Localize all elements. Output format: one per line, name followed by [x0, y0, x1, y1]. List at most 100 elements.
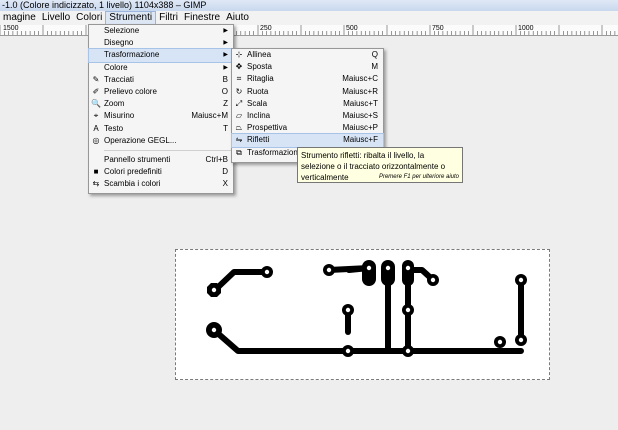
ruler-label: 250 [260, 25, 272, 32]
menu-item-scambia-i-colori[interactable]: ⇆ Scambia i colori X [89, 178, 233, 190]
tooltip-help-hint: Premere F1 per ulteriore aiuto [378, 174, 459, 180]
menu-item-prelievo-colore[interactable]: ✐ Prelievo colore O [89, 86, 233, 98]
menu-item-colore[interactable]: Colore ▶ [89, 62, 233, 74]
tooltip: Strumento rifletti: ribalta il livello, … [297, 147, 463, 183]
submenu-arrow-icon: ▶ [223, 40, 228, 47]
menu-item-shortcut: Maiusc+P [342, 123, 378, 133]
menu-item-tracciati[interactable]: ✎ Tracciati B [89, 74, 233, 86]
menu-item-disegno[interactable]: Disegno ▶ [89, 37, 233, 49]
menu-item-shortcut: M [371, 62, 378, 72]
menu-item-shortcut: B [222, 74, 228, 84]
menu-item-label: Pannello strumenti [104, 154, 171, 164]
ruler-label: 1500 [3, 25, 19, 32]
menu-item-testo[interactable]: A Testo T [89, 123, 233, 135]
menu-item-zoom[interactable]: 🔍 Zoom Z [89, 98, 233, 110]
menu-item-label: Ruota [247, 86, 269, 96]
menu-item-label: Tracciati [104, 74, 134, 84]
rotate-icon: ↻ [235, 86, 243, 96]
perspective-icon: ⏢ [235, 123, 243, 133]
swap-colors-icon: ⇆ [92, 179, 100, 189]
window-title: -1.0 (Colore indicizzato, 1 livello) 110… [2, 0, 207, 10]
default-colors-icon: ■ [93, 167, 99, 177]
zoom-icon: 🔍 [91, 99, 101, 109]
menu-item-shortcut: Maiusc+S [342, 110, 378, 120]
move-icon: ✥ [235, 62, 243, 72]
menu-item-label: Operazione GEGL... [104, 135, 177, 145]
menu-item-label: Sposta [247, 62, 272, 72]
menu-item-label: Prelievo colore [104, 86, 157, 96]
unified-transform-icon: ⧉ [236, 147, 242, 157]
menu-item-shortcut: Ctrl+B [205, 154, 228, 164]
submenu-arrow-icon: ▶ [223, 64, 228, 71]
menu-item-shortcut: D [222, 167, 228, 177]
submenu-arrow-icon: ▶ [223, 52, 228, 59]
menubar-item-magine[interactable]: magine [0, 11, 39, 25]
menu-item-trasformazione[interactable]: Trasformazione ▶ [88, 48, 234, 63]
menu-item-allinea[interactable]: ⊹ Allinea Q [232, 49, 383, 61]
align-icon: ⊹ [235, 50, 243, 59]
trasformazione-submenu: ⊹ Allinea Q ✥ Sposta M ⌗ Ritaglia Maiusc+C ↻ Ruota… [231, 48, 384, 163]
shear-icon: ▱ [235, 110, 243, 120]
menubar-item-colori[interactable]: Colori [73, 11, 105, 25]
menu-item-label: Prospettiva [247, 123, 288, 133]
menu-item-label: Rifletti [247, 135, 270, 145]
menu-item-rifletti[interactable]: ⇋ Rifletti Maiusc+F [231, 133, 384, 148]
ruler-label: 1000 [518, 25, 534, 32]
pcb-traces-image [206, 260, 527, 357]
menu-item-scala[interactable]: ⤢ Scala Maiusc+T [232, 98, 383, 110]
menubar-item-filtri[interactable]: Filtri [156, 11, 181, 25]
menu-item-ruota[interactable]: ↻ Ruota Maiusc+R [232, 86, 383, 98]
menubar-item-finestre[interactable]: Finestre [181, 11, 223, 25]
ruler-label: 750 [432, 25, 444, 32]
scale-icon: ⤢ [235, 98, 243, 108]
menu-item-label: Trasformazione [104, 50, 160, 60]
menu-item-colori-predefiniti[interactable]: ■ Colori predefiniti D [89, 166, 233, 178]
menu-item-label: Ritaglia [247, 74, 274, 84]
paths-icon: ✎ [92, 74, 100, 84]
measure-icon: ⌖ [93, 111, 99, 121]
menu-item-label: Misurino [104, 111, 135, 121]
menu-separator [104, 149, 231, 151]
menu-item-selezione[interactable]: Selezione ▶ [89, 25, 233, 37]
strumenti-menu: Selezione ▶ Disegno ▶ Trasformazione ▶ Colore ▶… [88, 24, 234, 194]
menu-item-inclina[interactable]: ▱ Inclina Maiusc+S [232, 110, 383, 122]
menu-item-label: Colore [104, 62, 128, 72]
menu-item-operazione-gegl[interactable]: ◎ Operazione GEGL... [89, 135, 233, 147]
menu-item-label: Colori predefiniti [104, 167, 162, 177]
menu-item-shortcut: O [221, 86, 228, 96]
menu-item-label: Inclina [247, 110, 271, 120]
menu-item-label: Trasformazione [247, 147, 303, 157]
menu-item-ritaglia[interactable]: ⌗ Ritaglia Maiusc+C [232, 73, 383, 85]
menu-item-sposta[interactable]: ✥ Sposta M [232, 61, 383, 73]
menu-item-label: Testo [104, 123, 124, 133]
menu-item-shortcut: Z [223, 99, 228, 109]
menu-item-shortcut: Maiusc+R [342, 86, 378, 96]
menu-item-shortcut: T [223, 123, 228, 133]
menu-item-shortcut: Q [371, 50, 378, 59]
menubar-item-aiuto[interactable]: Aiuto [223, 11, 252, 25]
gegl-icon: ◎ [92, 135, 100, 145]
menu-item-misurino[interactable]: ⌖ Misurino Maiusc+M [89, 110, 233, 122]
menu-item-pannello-strumenti[interactable]: Pannello strumenti Ctrl+B [89, 154, 233, 166]
menu-item-label: Scala [247, 98, 268, 108]
menu-item-shortcut: Maiusc+T [343, 98, 378, 108]
menubar-item-livello[interactable]: Livello [39, 11, 73, 25]
text-icon: A [93, 123, 99, 133]
color-picker-icon: ✐ [92, 86, 100, 96]
menu-item-label: Selezione [104, 26, 140, 35]
submenu-arrow-icon: ▶ [223, 28, 228, 34]
menu-item-shortcut: Maiusc+M [191, 111, 228, 121]
image-canvas[interactable] [175, 249, 550, 380]
menu-item-shortcut: Maiusc+F [343, 135, 378, 145]
menubar-item-strumenti[interactable]: Strumenti [105, 11, 157, 25]
flip-icon: ⇋ [235, 135, 243, 145]
menu-item-label: Disegno [104, 38, 134, 48]
menu-item-shortcut: Maiusc+C [342, 74, 378, 84]
ruler-label: 500 [346, 25, 358, 32]
window-titlebar: -1.0 (Colore indicizzato, 1 livello) 110… [0, 0, 618, 11]
menu-item-label: Allinea [247, 50, 272, 59]
menu-item-prospettiva[interactable]: ⏢ Prospettiva Maiusc+P [232, 122, 383, 134]
crop-icon: ⌗ [236, 74, 242, 84]
menu-item-label: Scambia i colori [104, 179, 161, 189]
menu-item-shortcut: X [222, 179, 228, 189]
